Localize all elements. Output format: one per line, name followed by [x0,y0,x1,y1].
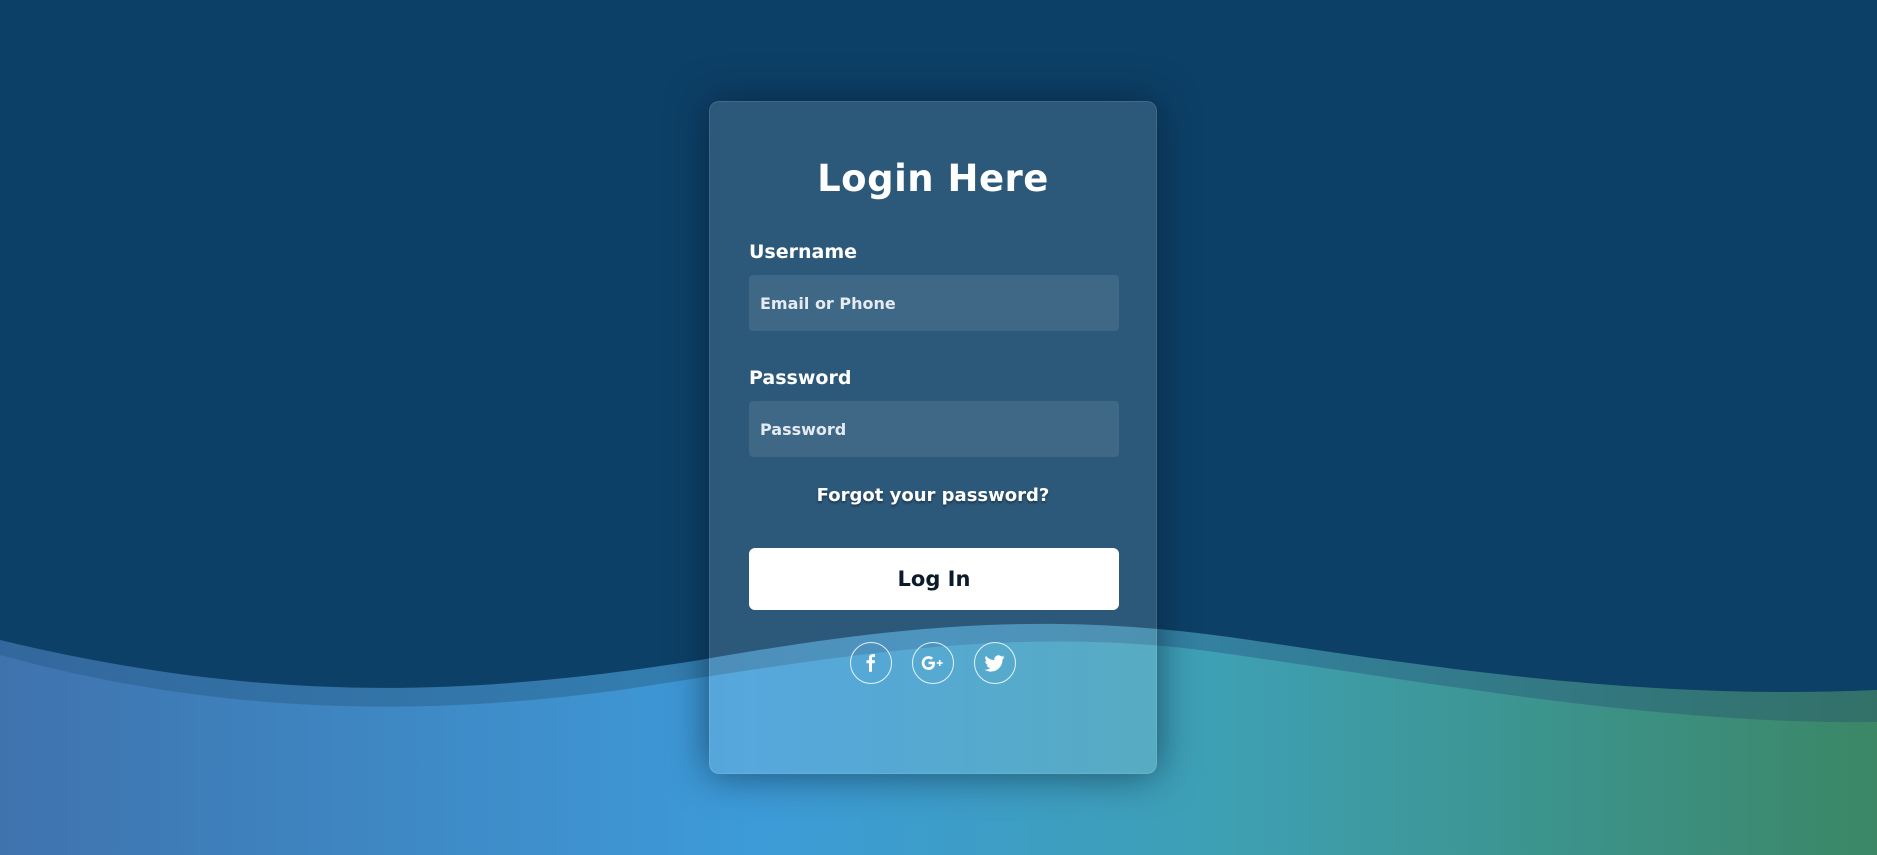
login-title: Login Here [817,157,1049,200]
username-input[interactable] [749,275,1119,331]
twitter-button[interactable] [974,642,1016,684]
login-page: Login Here Username Password Forgot your… [0,0,1877,855]
login-card: Login Here Username Password Forgot your… [709,101,1157,774]
facebook-icon [866,654,875,672]
forgot-password-link[interactable]: Forgot your password? [710,485,1156,506]
facebook-button[interactable] [850,642,892,684]
login-button[interactable]: Log In [749,548,1119,610]
username-label: Username [749,241,858,263]
password-label: Password [749,367,852,389]
google-plus-icon [921,656,943,670]
google-plus-button[interactable] [912,642,954,684]
password-input[interactable] [749,401,1119,457]
twitter-icon [985,654,1005,672]
